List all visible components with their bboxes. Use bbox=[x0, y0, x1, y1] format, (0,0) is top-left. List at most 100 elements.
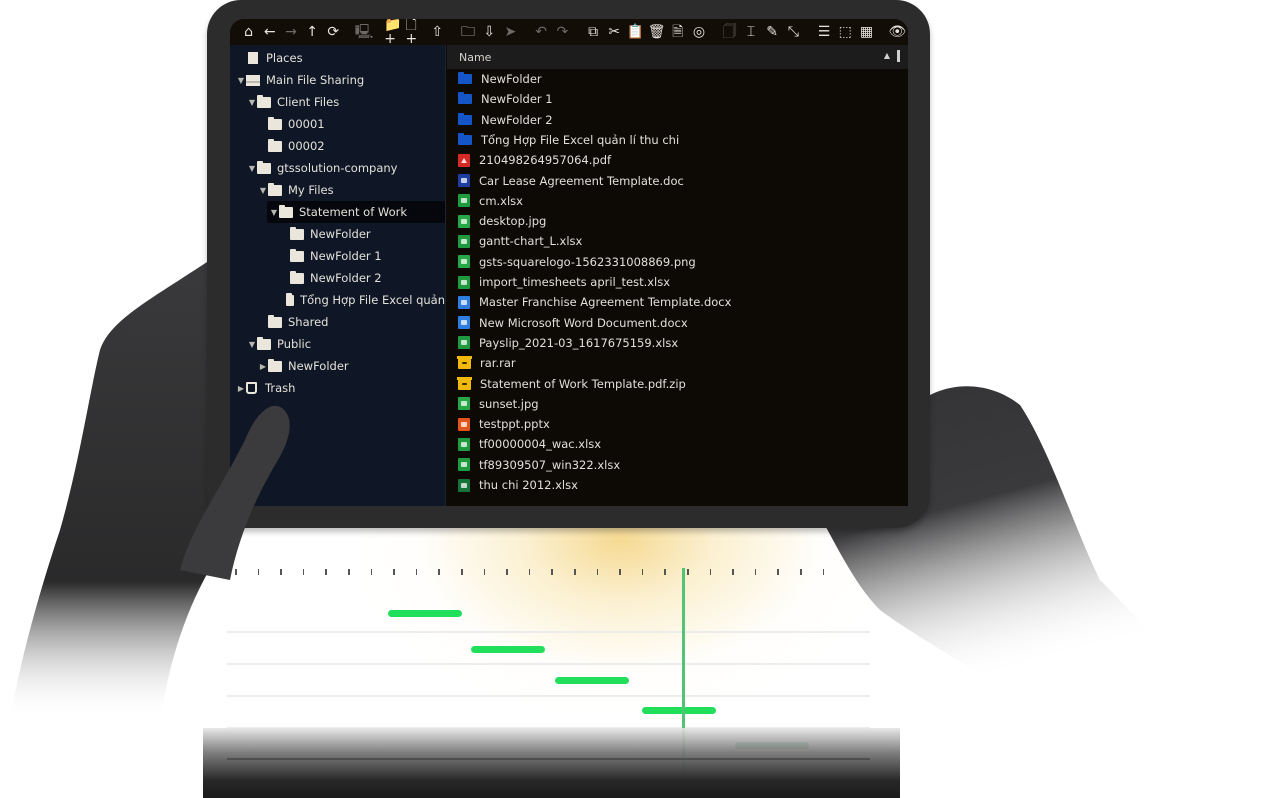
collapsed-caret-icon[interactable]: ▶ bbox=[258, 362, 268, 371]
rename-button[interactable]: ⌶ bbox=[740, 21, 761, 43]
expanded-caret-icon[interactable]: ▼ bbox=[236, 76, 246, 85]
spreadsheet-file-icon bbox=[458, 336, 470, 350]
tree-item[interactable]: ▶ NewFolder bbox=[230, 355, 445, 377]
file-name: Car Lease Agreement Template.doc bbox=[479, 173, 684, 188]
expanded-caret-icon[interactable]: ▼ bbox=[247, 164, 257, 173]
file-name: 210498264957064.pdf bbox=[479, 153, 612, 168]
file-row[interactable]: Statement of Work Template.pdf.zip bbox=[447, 374, 908, 394]
file-row[interactable]: import_timesheets april_test.xlsx bbox=[447, 272, 908, 292]
collapsed-caret-icon[interactable]: ▶ bbox=[236, 384, 246, 393]
image-file-icon bbox=[458, 214, 470, 228]
preview-button[interactable]: 👁 bbox=[887, 21, 908, 43]
file-row[interactable]: tf89309507_win322.xlsx bbox=[447, 455, 908, 475]
new-file-button[interactable]: 🗋+ bbox=[405, 19, 426, 46]
paste-button[interactable]: 📋 bbox=[625, 21, 646, 43]
file-row[interactable]: cm.xlsx bbox=[447, 191, 908, 211]
expanded-caret-icon[interactable]: ▼ bbox=[269, 208, 279, 217]
tree-item[interactable]: ▼ Statement of Work bbox=[267, 201, 445, 223]
upload-button[interactable]: ⇧ bbox=[427, 21, 448, 43]
home-button[interactable]: ⌂ bbox=[238, 21, 259, 43]
expanded-caret-icon[interactable]: ▼ bbox=[258, 186, 268, 195]
file-row[interactable]: Master Franchise Agreement Template.docx bbox=[447, 292, 908, 312]
folder-icon bbox=[268, 182, 282, 196]
tree-item[interactable]: 00002 bbox=[230, 135, 445, 157]
rename-icon: ⌶ bbox=[746, 24, 756, 40]
expanded-caret-icon[interactable]: ▼ bbox=[247, 340, 257, 349]
undo-button[interactable]: ↶ bbox=[531, 21, 552, 43]
up-button[interactable]: ↑ bbox=[302, 21, 323, 43]
select-none-button[interactable]: ⬚ bbox=[835, 21, 856, 43]
file-row[interactable]: desktop.jpg bbox=[447, 211, 908, 231]
file-row[interactable]: gantt-chart_L.xlsx bbox=[447, 231, 908, 251]
timeline-tick bbox=[709, 569, 712, 575]
file-row[interactable]: NewFolder bbox=[447, 69, 908, 89]
back-button[interactable]: ← bbox=[259, 21, 280, 43]
file-row[interactable]: Car Lease Agreement Template.doc bbox=[447, 171, 908, 191]
file-row[interactable]: gsts-squarelogo-1562331008869.png bbox=[447, 252, 908, 272]
download-icon: ⇩ bbox=[483, 24, 496, 40]
sort-ascending-icon[interactable]: ▲ bbox=[884, 51, 890, 60]
file-row[interactable]: Tổng Hợp File Excel quản lí thu chi bbox=[447, 130, 908, 150]
select-all-button[interactable]: ☰ bbox=[814, 21, 835, 43]
file-row[interactable]: NewFolder 1 bbox=[447, 89, 908, 109]
tree-item[interactable]: ▼ gtssolution-company bbox=[230, 157, 445, 179]
tree-item[interactable]: NewFolder 1 bbox=[230, 245, 445, 267]
column-resize-handle[interactable] bbox=[897, 50, 900, 62]
tree-item[interactable]: NewFolder bbox=[230, 223, 445, 245]
file-icon-mark bbox=[461, 421, 467, 427]
tree-item[interactable]: Tổng Hợp File Excel quản bbox=[230, 289, 445, 311]
new-folder-button[interactable]: 📁+ bbox=[384, 19, 405, 46]
file-row[interactable]: 210498264957064.pdf bbox=[447, 150, 908, 170]
file-manager-window: ⌂ ← → ↑ ⟳ 🖳 📁+ 🗋+ ⇧ 🗀 ⇩ ➤ ↶ ↷ ⧉ ✂ 📋 🗑 🗎 ◎ 🗍 ⌶ ✎ ⤡ ☰ ⬚ ▦ 👁 Places ▼ Ma… bbox=[230, 19, 908, 506]
timeline-tick bbox=[800, 569, 802, 575]
file-icon-mark bbox=[461, 218, 467, 224]
tree-item[interactable]: ▼ Client Files bbox=[230, 91, 445, 113]
file-row[interactable]: NewFolder 2 bbox=[447, 110, 908, 130]
timeline-tick bbox=[348, 569, 350, 575]
trash-icon bbox=[246, 382, 257, 394]
file-icon-mark bbox=[461, 238, 467, 244]
file-icon-mark bbox=[461, 279, 467, 285]
file-name: tf89309507_win322.xlsx bbox=[479, 457, 621, 472]
cut-button[interactable]: ✂ bbox=[604, 21, 625, 43]
file-row[interactable]: rar.rar bbox=[447, 353, 908, 373]
timeline-tick bbox=[574, 569, 576, 575]
invert-selection-button[interactable]: ▦ bbox=[856, 21, 877, 43]
forward-button[interactable]: → bbox=[280, 21, 301, 43]
file-row[interactable]: sunset.jpg bbox=[447, 394, 908, 414]
network-drive-button[interactable]: 🖳 bbox=[353, 21, 374, 43]
tree-item[interactable]: 00001 bbox=[230, 113, 445, 135]
file-row[interactable]: New Microsoft Word Document.docx bbox=[447, 313, 908, 333]
tree-item[interactable]: Places bbox=[230, 47, 445, 69]
file-row[interactable]: Payslip_2021-03_1617675159.xlsx bbox=[447, 333, 908, 353]
timeline-tick bbox=[438, 569, 440, 575]
file-name: Tổng Hợp File Excel quản lí thu chi bbox=[481, 132, 680, 147]
select-cursor-button[interactable]: ➤ bbox=[500, 21, 521, 43]
archive-button[interactable]: 🗎 bbox=[667, 21, 688, 43]
delete-button[interactable]: 🗑 bbox=[646, 21, 667, 43]
redo-button[interactable]: ↷ bbox=[552, 21, 573, 43]
file-name: Payslip_2021-03_1617675159.xlsx bbox=[479, 335, 679, 350]
copy-button[interactable]: ⧉ bbox=[583, 21, 604, 43]
duplicate-button[interactable]: 🗍 bbox=[719, 21, 740, 43]
hide-button[interactable]: ◎ bbox=[688, 21, 709, 43]
file-row[interactable]: tf00000004_wac.xlsx bbox=[447, 434, 908, 454]
file-row[interactable]: testppt.pptx bbox=[447, 414, 908, 434]
file-row[interactable]: thu chi 2012.xlsx bbox=[447, 475, 908, 495]
resize-button[interactable]: ⤡ bbox=[783, 21, 804, 43]
edit-button[interactable]: ✎ bbox=[762, 21, 783, 43]
refresh-button[interactable]: ⟳ bbox=[323, 21, 344, 43]
download-button[interactable]: ⇩ bbox=[479, 21, 500, 43]
spreadsheet-file-icon bbox=[458, 275, 470, 289]
column-header-name[interactable]: Name ▲ bbox=[447, 45, 908, 69]
expanded-caret-icon[interactable]: ▼ bbox=[247, 98, 257, 107]
tree-item[interactable]: ▼ Public bbox=[230, 333, 445, 355]
tree-item[interactable]: NewFolder 2 bbox=[230, 267, 445, 289]
tree-item[interactable]: Shared bbox=[230, 311, 445, 333]
tree-item[interactable]: ▼ Main File Sharing bbox=[230, 69, 445, 91]
open-folder-button[interactable]: 🗀 bbox=[457, 21, 478, 43]
timeline-tick bbox=[325, 569, 327, 575]
tree-item[interactable]: ▶ Trash bbox=[230, 377, 445, 399]
folder-icon bbox=[268, 358, 282, 372]
tree-item[interactable]: ▼ My Files bbox=[230, 179, 445, 201]
